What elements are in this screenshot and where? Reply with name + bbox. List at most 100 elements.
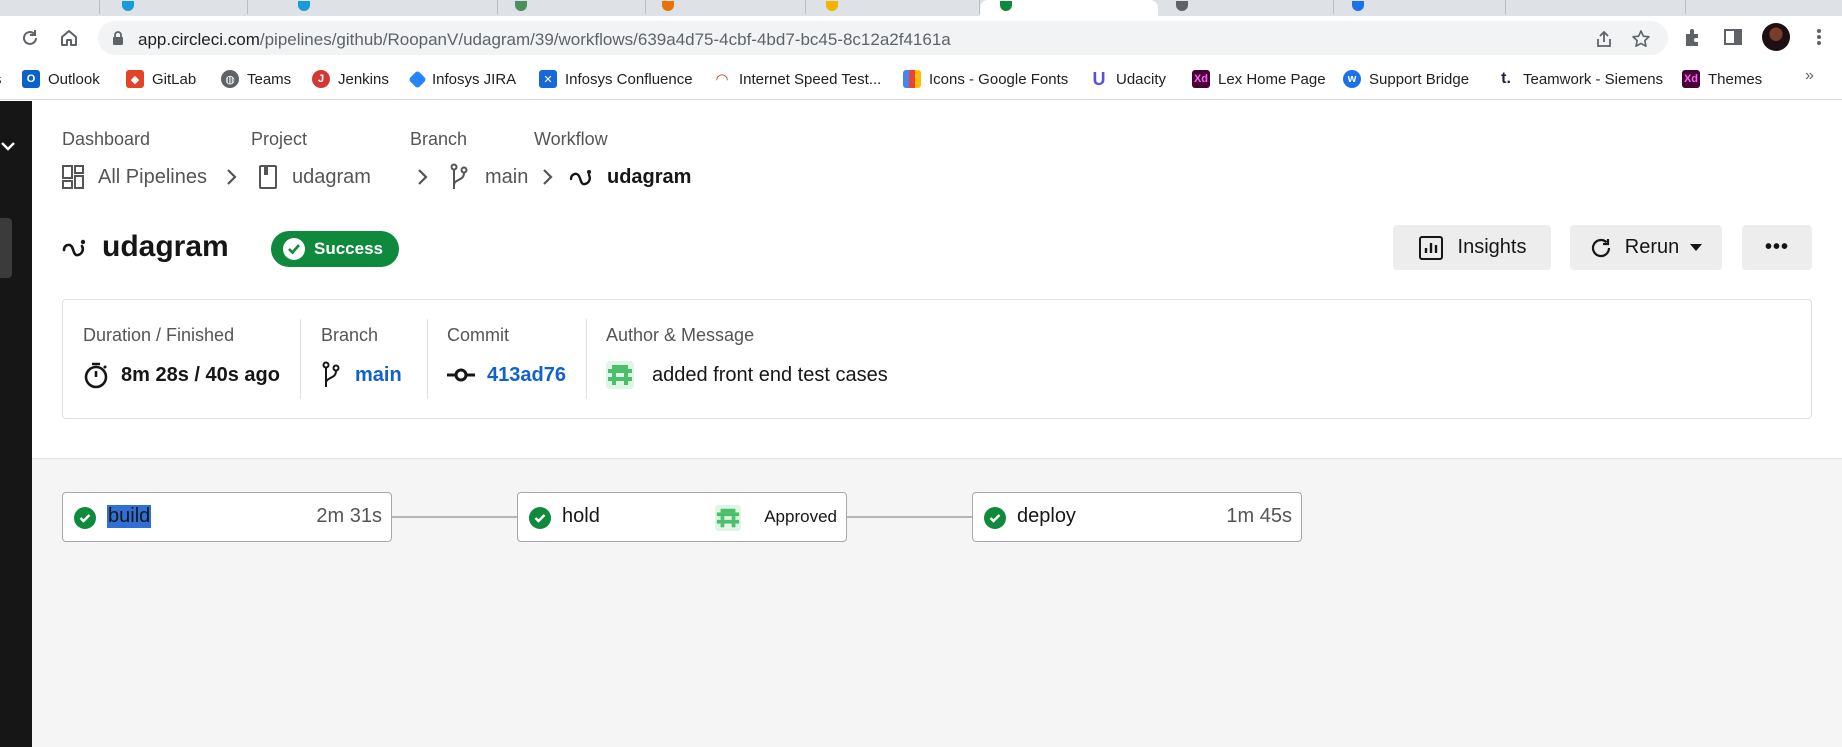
insights-button-label: Insights (1457, 236, 1527, 258)
browser-menu-kebab-icon[interactable] (1808, 26, 1832, 50)
bookmark-jira[interactable]: Infosys JIRA (408, 68, 517, 90)
job-connector (847, 516, 972, 518)
bookmark-label: Udacity (1116, 70, 1167, 88)
check-circle-icon (984, 507, 1006, 529)
bookmark-themes[interactable]: Xd Themes (1682, 68, 1762, 90)
author-message-label: Author & Message (606, 325, 755, 345)
check-circle-icon (529, 507, 551, 529)
job-name[interactable]: hold (562, 505, 600, 528)
bookmark-confluence[interactable]: ✕ Infosys Confluence (539, 68, 693, 90)
share-icon[interactable] (1594, 29, 1614, 49)
workflow-graph: build 2m 31s hold Approved deploy 1m 45s (32, 458, 1842, 747)
xd-icon: Xd (1682, 70, 1700, 88)
branch-label: Branch (321, 325, 379, 345)
breadcrumb-all-pipelines-label: All Pipelines (98, 165, 207, 188)
bookmark-speedtest[interactable]: ◠ Internet Speed Test... (713, 68, 881, 90)
approver-avatar (715, 505, 741, 531)
commit-link[interactable]: 413ad76 (487, 364, 566, 387)
url-path: /pipelines/github/RoopanV/udagram/39/wor… (259, 30, 951, 49)
more-options-button[interactable]: ••• (1742, 225, 1812, 270)
bookmark-teams[interactable]: ◍ Teams (221, 68, 291, 90)
bookmarks-bar: s O Outlook ◆ GitLab ◍ Teams J Jenkins Infos… (0, 59, 1842, 100)
profile-avatar[interactable] (1762, 23, 1790, 51)
main-content: Dashboard Project Branch Workflow All Pi… (32, 101, 1842, 747)
url-text[interactable]: app.circleci.com/pipelines/github/Roopan… (138, 30, 951, 50)
bookmark-label: Teamwork - Siemens (1523, 70, 1664, 88)
chevron-right-icon (541, 162, 553, 192)
browser-tab[interactable] (806, 0, 980, 14)
browser-tab-active[interactable] (980, 0, 1158, 16)
breadcrumb-workflow-label: udagram (607, 165, 692, 188)
jira-icon (408, 69, 427, 89)
home-icon[interactable] (57, 26, 81, 50)
lock-icon (112, 31, 124, 51)
bookmark-gitlab[interactable]: ◆ GitLab (126, 68, 196, 90)
rerun-refresh-icon (1591, 238, 1610, 257)
bookmark-label: Icons - Google Fonts (929, 70, 1069, 88)
bookmark-truncated[interactable]: s (0, 68, 2, 90)
duration-label: Duration / Finished (83, 325, 235, 345)
status-badge: Success (271, 231, 399, 267)
chevron-down-icon[interactable] (0, 139, 16, 158)
author-avatar[interactable] (606, 361, 634, 389)
udacity-icon: U (1090, 69, 1108, 89)
git-commit-icon (447, 368, 475, 382)
bookmark-label: Support Bridge (1369, 70, 1470, 88)
bookmark-google-fonts[interactable]: Icons - Google Fonts (903, 68, 1068, 90)
browser-tab[interactable] (0, 0, 100, 14)
browser-tab[interactable] (1506, 0, 1686, 14)
caret-down-icon (1690, 243, 1703, 251)
info-divider (300, 319, 301, 399)
bookmark-label: GitLab (152, 70, 197, 88)
commit-value[interactable]: 413ad76 (447, 360, 566, 390)
breadcrumb-label-branch: Branch (410, 129, 468, 149)
breadcrumb-branch[interactable]: main (449, 162, 528, 192)
browser-tab[interactable] (498, 0, 646, 14)
bookmark-jenkins[interactable]: J Jenkins (312, 68, 389, 90)
bookmark-support-bridge[interactable]: w Support Bridge (1343, 68, 1469, 90)
bookmark-lex[interactable]: Xd Lex Home Page (1192, 68, 1326, 90)
insights-button[interactable]: Insights (1393, 225, 1551, 270)
branch-value[interactable]: main (321, 360, 402, 390)
bookmark-star-icon[interactable] (1631, 29, 1651, 49)
bookmark-outlook[interactable]: O Outlook (22, 68, 100, 90)
git-branch-icon (322, 361, 340, 387)
job-build[interactable]: build 2m 31s (62, 492, 392, 542)
bookmark-udacity[interactable]: U Udacity (1090, 68, 1166, 90)
job-deploy[interactable]: deploy 1m 45s (972, 492, 1302, 542)
speedometer-icon: ◠ (713, 70, 731, 88)
breadcrumb-workflow[interactable]: udagram (569, 162, 691, 192)
rerun-button[interactable]: Rerun (1570, 225, 1722, 270)
duration-value: 8m 28s / 40s ago (83, 360, 280, 390)
outlook-icon: O (22, 70, 40, 88)
browser-toolbar: app.circleci.com/pipelines/github/Roopan… (0, 16, 1842, 59)
breadcrumb-label-project: Project (251, 129, 308, 149)
duration-text: 8m 28s / 40s ago (121, 363, 280, 386)
xd-icon: Xd (1192, 70, 1210, 88)
more-bookmarks-button[interactable]: » (1805, 67, 1814, 85)
breadcrumb-all-pipelines[interactable]: All Pipelines (62, 162, 207, 192)
breadcrumb-project-label: udagram (292, 165, 371, 188)
extensions-puzzle-icon[interactable] (1682, 26, 1706, 50)
address-bar[interactable]: app.circleci.com/pipelines/github/Roopan… (98, 21, 1668, 55)
bookmark-teamwork[interactable]: t. Teamwork - Siemens (1497, 68, 1663, 90)
job-name[interactable]: build (107, 505, 152, 528)
url-host: app.circleci.com (138, 30, 260, 49)
browser-tab[interactable] (248, 0, 498, 14)
job-name[interactable]: deploy (1017, 505, 1076, 528)
branch-link[interactable]: main (355, 364, 402, 387)
reload-icon[interactable] (18, 26, 42, 50)
browser-tab[interactable] (100, 0, 248, 14)
browser-tab[interactable] (646, 0, 806, 14)
breadcrumb-project[interactable]: udagram (258, 162, 371, 192)
bookmark-label: Infosys JIRA (432, 70, 517, 88)
sidebar-selected-indicator (0, 218, 12, 278)
approval-status: Approved (764, 507, 837, 526)
google-fonts-icon (903, 70, 921, 88)
info-divider (427, 319, 428, 399)
chevron-right-icon (225, 162, 237, 192)
breadcrumb-label-workflow: Workflow (534, 129, 608, 149)
side-panel-icon[interactable] (1722, 26, 1746, 50)
job-hold[interactable]: hold Approved (517, 492, 847, 542)
circleci-favicon-icon (1000, 1, 1012, 11)
